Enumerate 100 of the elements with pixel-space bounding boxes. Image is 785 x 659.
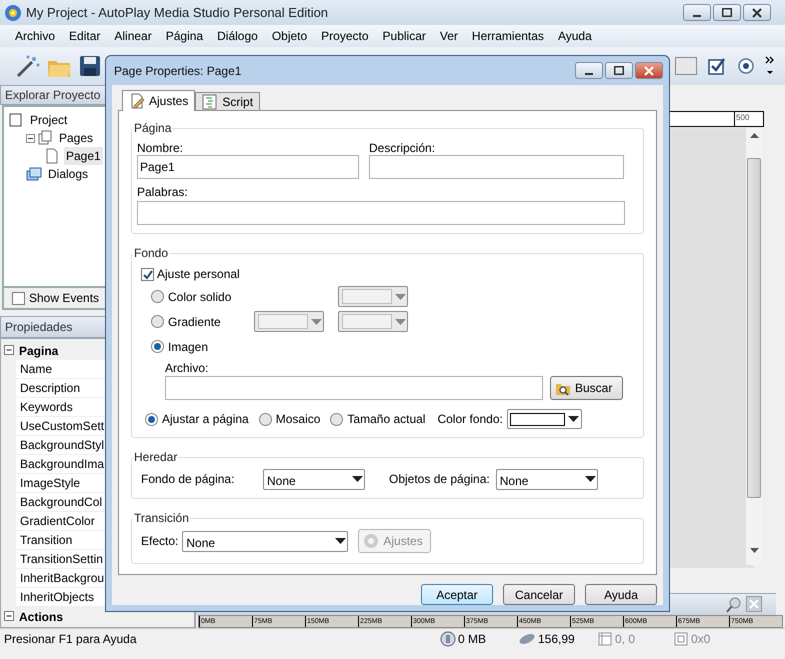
group-label[interactable]: Pagina (19, 342, 58, 360)
menu-item[interactable]: Publicar (378, 27, 431, 45)
input-field[interactable]: Page1 (137, 155, 359, 179)
group-title: Transición (133, 510, 190, 527)
menu-item[interactable]: Ayuda (552, 27, 597, 45)
group-title: Página (133, 120, 172, 137)
window-title: My Project - AutoPlay Media Studio Personal Edition (26, 4, 330, 22)
scroll-up-icon[interactable] (750, 132, 758, 138)
field-label: Efecto: (141, 533, 178, 550)
menu-item[interactable]: Editar (64, 27, 106, 45)
close-button[interactable] (743, 4, 771, 21)
radio-button[interactable] (330, 412, 344, 426)
input-field[interactable] (369, 155, 624, 179)
collapse-icon[interactable] (4, 345, 15, 356)
project-icon (8, 112, 24, 128)
dialog-button[interactable]: Aceptar (421, 584, 493, 605)
menu-item[interactable]: Página (160, 27, 208, 45)
menu-item[interactable]: Alinear (109, 27, 157, 45)
caret-icon (335, 538, 346, 544)
checkbox-label: Ajuste personal (157, 266, 240, 283)
radio-button[interactable] (145, 412, 158, 426)
radio-button[interactable] (258, 412, 272, 426)
color-picker[interactable] (506, 409, 582, 429)
close-button[interactable] (635, 62, 663, 79)
input-field[interactable] (137, 201, 625, 225)
dropdown[interactable] (338, 286, 408, 307)
button-tool-icon[interactable] (675, 57, 697, 75)
field-label: Palabras: (137, 184, 189, 201)
dropdown[interactable] (254, 311, 324, 332)
input-field[interactable] (165, 376, 543, 400)
menu-item[interactable]: Diálogo (212, 27, 263, 45)
minimize-icon (693, 14, 701, 16)
dialog-button[interactable]: Ayuda (585, 584, 657, 605)
tree-item[interactable]: Dialogs (46, 165, 90, 183)
dropdown[interactable]: None (182, 530, 348, 552)
maximize-icon (722, 8, 732, 17)
caret-icon (352, 476, 363, 482)
checkbox[interactable] (12, 292, 25, 304)
status-text: 0, 0 (615, 630, 636, 648)
tree-item[interactable]: Page1 (64, 147, 103, 165)
scrollbar[interactable] (746, 128, 762, 565)
radio-button[interactable] (151, 315, 164, 328)
browse-button[interactable]: Buscar (550, 376, 623, 400)
page-icon (44, 148, 60, 164)
close-icon (644, 66, 654, 76)
overflow-icon[interactable] (765, 55, 775, 77)
dropdown[interactable]: None (263, 468, 365, 490)
windows-icon (26, 166, 42, 182)
tab[interactable]: Ajustes (122, 90, 196, 111)
checkbox-tool-icon[interactable] (707, 56, 727, 76)
radio-tool-icon[interactable] (737, 57, 755, 75)
checkbox[interactable] (141, 268, 154, 280)
caret-icon (584, 476, 596, 482)
minimize-icon (585, 72, 593, 74)
pencil-icon (129, 93, 145, 109)
radio-label: Color solido (168, 288, 232, 306)
group-title: Fondo (133, 245, 170, 262)
wand-icon[interactable] (14, 53, 40, 79)
radio-label: Imagen (168, 338, 210, 356)
close-icon[interactable] (746, 596, 762, 612)
menu-item[interactable]: Herramientas (466, 27, 549, 45)
dialog-button[interactable]: Cancelar (503, 584, 575, 605)
tree-item[interactable]: Pages (57, 129, 96, 147)
scroll-down-icon[interactable] (750, 548, 758, 554)
field-label: Nombre: (137, 140, 184, 155)
dialog-title: Page Properties: Page1 (113, 62, 242, 80)
radio-button[interactable] (151, 290, 164, 303)
tree-item[interactable]: Project (28, 111, 70, 129)
status-text: Presionar F1 para Ayuda (3, 630, 138, 648)
caret-icon (395, 318, 406, 324)
caret-icon (311, 318, 322, 324)
tab[interactable]: Script (195, 92, 260, 110)
minimize-button[interactable] (683, 4, 711, 21)
caret-icon (568, 416, 579, 422)
collapse-icon[interactable] (4, 611, 15, 622)
menu-item[interactable]: Archivo (10, 27, 60, 45)
maximize-button[interactable] (713, 4, 741, 21)
minimize-button[interactable] (575, 62, 603, 79)
maximize-icon (614, 66, 624, 75)
ruler-label: 500 (734, 112, 750, 127)
field-label: Color fondo: (437, 411, 503, 428)
gear-icon (362, 532, 380, 550)
size-icon (674, 632, 688, 646)
checkbox-label: Show Events (29, 290, 100, 307)
status-text: 0 MB (458, 630, 486, 648)
menu-item[interactable]: Ver (434, 27, 463, 45)
group-label[interactable]: Actions (19, 608, 64, 626)
collapse-icon[interactable] (26, 134, 35, 142)
field-label: Descripción: (369, 140, 436, 155)
dropdown[interactable] (338, 311, 408, 332)
pages-icon (37, 130, 53, 146)
dropdown[interactable]: None (496, 468, 598, 490)
scroll-thumb[interactable] (747, 158, 761, 498)
radio-label: Tamaño actual (347, 411, 426, 428)
radio-button[interactable] (151, 340, 164, 353)
maximize-button[interactable] (605, 62, 633, 79)
caret-icon (395, 294, 406, 300)
menu-item[interactable]: Proyecto (316, 27, 374, 45)
save-icon[interactable] (78, 54, 102, 78)
menu-item[interactable]: Objeto (266, 27, 312, 45)
